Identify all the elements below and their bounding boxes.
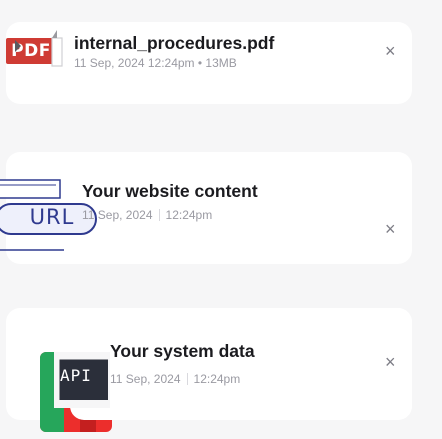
pdf-page-fold-icon	[15, 40, 21, 52]
file-date: 11 Sep, 2024	[110, 372, 181, 386]
meta-separator	[186, 373, 188, 385]
file-time: 12:24pm	[193, 372, 241, 386]
pdf-paper-icon	[51, 30, 63, 67]
remove-file-button[interactable]: ×	[385, 220, 396, 238]
meta-separator	[158, 209, 160, 221]
file-date: 11 Sep, 2024	[82, 208, 153, 222]
file-title: Your system data	[110, 341, 255, 361]
api-card-overlay	[70, 308, 412, 420]
api-label: API	[60, 366, 92, 385]
remove-file-button[interactable]: ×	[385, 353, 396, 371]
file-title: Your website content	[82, 181, 258, 201]
file-meta: 11 Sep, 2024 12:24pm	[82, 208, 212, 222]
file-time: 12:24pm	[165, 208, 213, 222]
file-title: internal_procedures.pdf	[74, 33, 275, 53]
remove-file-button[interactable]: ×	[385, 42, 396, 60]
file-meta: 11 Sep, 2024 12:24pm	[110, 372, 240, 386]
file-meta: 11 Sep, 2024 12:24pm • 13MB	[74, 56, 237, 70]
